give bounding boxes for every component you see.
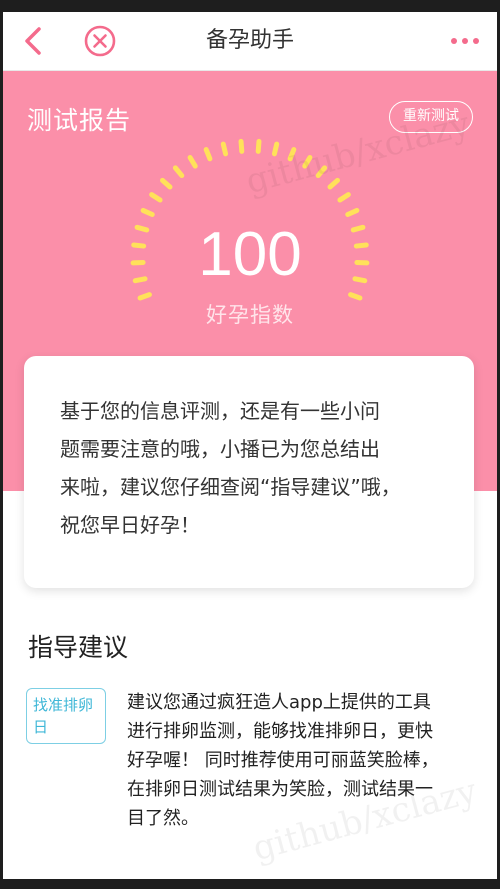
navigation-bar: 备孕助手 [3, 12, 497, 71]
report-title: 测试报告 [27, 106, 132, 135]
gauge-tick [348, 292, 363, 301]
gauge-tick [203, 147, 213, 162]
gauge-tick [271, 141, 280, 157]
more-button[interactable] [445, 24, 485, 58]
screen-bezel-bottom [0, 879, 500, 889]
gauge-tick [302, 155, 313, 169]
ovulation-tag: 找准排卵日 [26, 688, 106, 744]
gauge-tick [327, 177, 340, 190]
guidance-line: 进行排卵监测，能够找准排卵日，更快 [127, 721, 433, 742]
guidance-line: 在排卵日测试结果为笑脸，测试结果一 [127, 779, 433, 800]
summary-card: 基于您的信息评测，还是有一些小问 题需要注意的哦，小播已为您总结出 来啦，建议您… [24, 356, 474, 588]
gauge-tick [287, 147, 297, 162]
gauge-tick [220, 141, 229, 157]
gauge-tick [137, 292, 152, 301]
gauge-tick [315, 165, 328, 179]
gauge-tick [149, 192, 163, 203]
gauge-tick [238, 138, 245, 154]
score-label: 好孕指数 [206, 303, 294, 327]
gauge-tick [140, 207, 155, 217]
chevron-left-icon [25, 27, 41, 55]
gauge-tick [345, 207, 360, 217]
summary-line: 题需要注意的哦，小播已为您总结出 [60, 437, 380, 461]
guidance-line: 好孕喔！ 同时推荐使用可丽蓝笑脸棒， [127, 750, 439, 771]
guidance-line: 建议您通过疯狂造人app上提供的工具 [127, 692, 431, 713]
more-dots-icon [451, 38, 479, 44]
guidance-title: 指导建议 [28, 633, 129, 662]
retest-button[interactable]: 重新测试 [389, 101, 473, 133]
summary-line: 来啦，建议您仔细查阅“指导建议”哦， [60, 475, 401, 499]
gauge-tick [187, 155, 198, 169]
gauge-tick [337, 192, 351, 203]
page-title: 备孕助手 [205, 28, 294, 53]
gauge-tick [255, 138, 262, 154]
summary-line: 基于您的信息评测，还是有一些小问 [60, 399, 380, 423]
guidance-text: 建议您通过疯狂造人app上提供的工具 进行排卵监测，能够找准排卵日，更快 好孕喔… [127, 688, 473, 833]
guidance-line: 目了然。 [127, 808, 199, 829]
screen-bezel-top [0, 0, 500, 12]
gauge-tick [172, 165, 185, 179]
score-value: 100 [198, 220, 302, 289]
back-button[interactable] [17, 24, 51, 58]
close-circle-icon [84, 25, 116, 57]
summary-line: 祝您早日好孕！ [60, 513, 200, 537]
gauge-tick [160, 177, 173, 190]
close-button[interactable] [83, 24, 117, 58]
